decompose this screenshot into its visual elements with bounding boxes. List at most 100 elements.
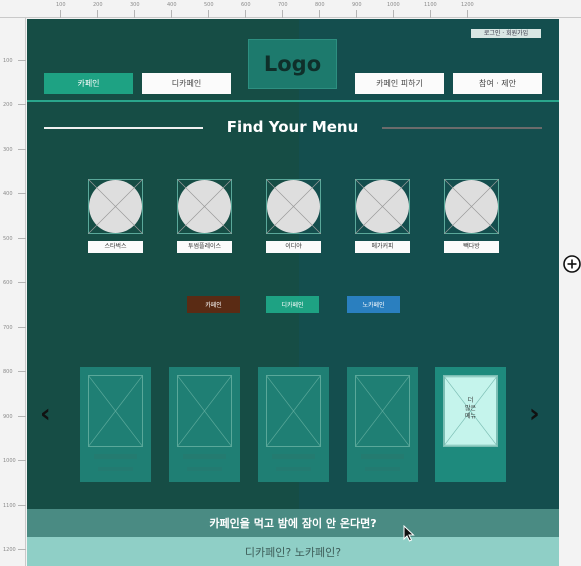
ruler-label: 500 (3, 236, 13, 242)
brand-label: 스타벅스 (88, 241, 143, 253)
ruler-tick (18, 371, 26, 372)
more-menu-label: 더 많은 메뉴 (464, 397, 477, 420)
ruler-tick (18, 282, 26, 283)
ruler-label: 100 (56, 2, 66, 8)
design-viewport: 100 200 300 400 500 600 700 800 900 1000… (0, 0, 581, 566)
ruler-tick (467, 10, 468, 18)
ruler-label: 400 (167, 2, 177, 8)
ruler-label: 900 (3, 414, 13, 420)
menu-card[interactable] (80, 367, 151, 482)
ruler-tick (18, 505, 26, 506)
ruler-tick (18, 549, 26, 550)
ruler-label: 200 (93, 2, 103, 8)
ruler-label: 1000 (3, 458, 16, 464)
ruler-left: 100 200 300 400 500 600 700 800 900 1000… (0, 18, 26, 566)
ruler-tick (60, 10, 61, 18)
carousel-next-arrow[interactable]: › (529, 399, 540, 429)
zoom-in-icon[interactable] (561, 252, 581, 276)
ruler-label: 300 (3, 147, 13, 153)
placeholder-image-icon (355, 375, 410, 447)
cursor-icon (403, 524, 415, 546)
ruler-tick (18, 60, 26, 61)
ruler-tick (393, 10, 394, 18)
ruler-label: 800 (3, 369, 13, 375)
ruler-label: 500 (204, 2, 214, 8)
ruler-tick (282, 10, 283, 18)
menu-card[interactable] (347, 367, 418, 482)
placeholder-image-icon (265, 178, 322, 235)
heading-line-left (44, 127, 203, 129)
card-title-placeholder (183, 454, 226, 459)
card-sub-placeholder (187, 467, 222, 471)
brand-label: 메가커피 (355, 241, 410, 253)
nav-decaf-button[interactable]: 디카페인 (142, 73, 231, 94)
brand-item[interactable]: 메가커피 (354, 178, 411, 253)
ruler-tick (208, 10, 209, 18)
ruler-tick (245, 10, 246, 18)
ruler-label: 1200 (3, 547, 16, 553)
ruler-label: 700 (3, 325, 13, 331)
card-title-placeholder (272, 454, 315, 459)
placeholder-image-icon (266, 375, 321, 447)
section-title: Find Your Menu (226, 118, 359, 136)
logo[interactable]: Logo (248, 39, 337, 89)
ruler-label: 1100 (3, 503, 16, 509)
ruler-tick (430, 10, 431, 18)
ruler-label: 1200 (461, 2, 474, 8)
menu-card[interactable] (169, 367, 240, 482)
ruler-label: 1000 (387, 2, 400, 8)
ruler-tick (18, 193, 26, 194)
card-title-placeholder (361, 454, 404, 459)
filter-decaf-button[interactable]: 디카페인 (266, 296, 319, 313)
ruler-tick (97, 10, 98, 18)
ruler-tick (18, 460, 26, 461)
brand-item[interactable]: 투썸플레이스 (176, 178, 233, 253)
nav-participate-button[interactable]: 참여 · 제안 (453, 73, 542, 94)
ruler-top: 100 200 300 400 500 600 700 800 900 1000… (0, 0, 581, 18)
placeholder-image-icon (443, 178, 500, 235)
ruler-tick (18, 416, 26, 417)
menu-card[interactable] (258, 367, 329, 482)
ruler-label: 600 (3, 280, 13, 286)
caffeine-banner[interactable]: 카페인을 먹고 밤에 잠이 안 온다면? (27, 509, 559, 537)
placeholder-image-icon (177, 375, 232, 447)
card-sub-placeholder (98, 467, 133, 471)
ruler-tick (18, 238, 26, 239)
placeholder-image-icon (176, 178, 233, 235)
brand-item[interactable]: 스타벅스 (87, 178, 144, 253)
login-signup-link[interactable]: 로그인 · 회원가입 (471, 29, 541, 38)
brand-label: 투썸플레이스 (177, 241, 232, 253)
design-canvas[interactable]: 로그인 · 회원가입 Logo 카페인 디카페인 카페인 피하기 참여 · 제안… (27, 19, 559, 566)
ruler-label: 300 (130, 2, 140, 8)
ruler-tick (134, 10, 135, 18)
ruler-label: 600 (241, 2, 251, 8)
brand-item[interactable]: 빽다방 (443, 178, 500, 253)
carousel-prev-arrow[interactable]: ‹ (40, 399, 51, 429)
brand-item[interactable]: 이디야 (265, 178, 322, 253)
header-divider (27, 100, 559, 102)
heading-line-right (382, 127, 542, 129)
placeholder-image-icon (87, 178, 144, 235)
placeholder-image-icon (354, 178, 411, 235)
ruler-label: 1100 (424, 2, 437, 8)
ruler-label: 200 (3, 102, 13, 108)
ruler-tick (18, 149, 26, 150)
ruler-label: 100 (3, 58, 13, 64)
card-sub-placeholder (276, 467, 311, 471)
ruler-tick (356, 10, 357, 18)
filter-nocaf-button[interactable]: 노카페인 (347, 296, 400, 313)
nav-caffeine-button[interactable]: 카페인 (44, 73, 133, 94)
ruler-label: 700 (278, 2, 288, 8)
brand-label: 이디야 (266, 241, 321, 253)
brand-label: 빽다방 (444, 241, 499, 253)
placeholder-image-icon (88, 375, 143, 447)
ruler-label: 800 (315, 2, 325, 8)
decaf-banner[interactable]: 디카페인? 노카페인? (27, 537, 559, 566)
more-menu-card[interactable]: 더 많은 메뉴 (435, 367, 506, 482)
card-title-placeholder (94, 454, 137, 459)
filter-caffeine-button[interactable]: 카페인 (187, 296, 240, 313)
ruler-tick (171, 10, 172, 18)
ruler-tick (18, 327, 26, 328)
nav-avoid-caffeine-button[interactable]: 카페인 피하기 (355, 73, 444, 94)
card-sub-placeholder (365, 467, 400, 471)
